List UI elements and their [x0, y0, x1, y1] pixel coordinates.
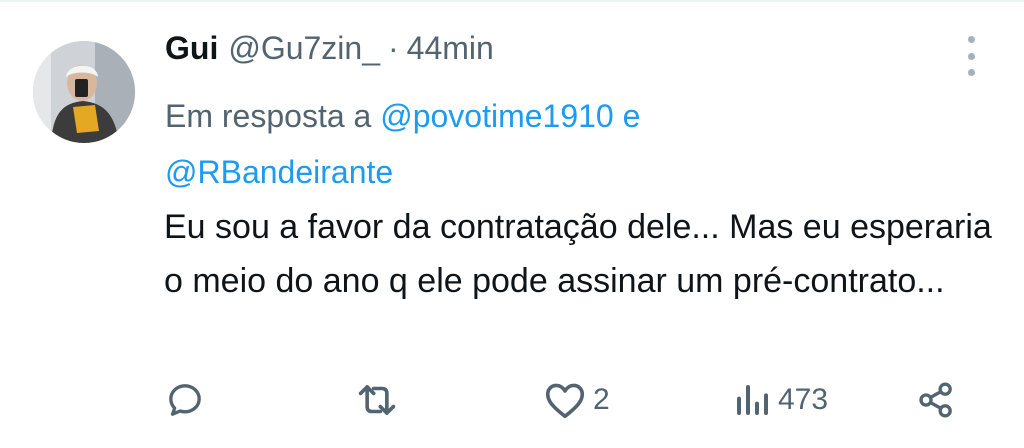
- avatar-image: [33, 41, 135, 143]
- action-bar: 2 473: [0, 370, 1024, 430]
- reply-context: Em resposta a @povotime1910 e @RBandeira…: [165, 88, 985, 200]
- more-options-icon[interactable]: [958, 36, 984, 76]
- author-handle[interactable]: @Gu7zin_: [228, 30, 380, 67]
- timestamp[interactable]: 44min: [407, 30, 494, 67]
- reply-conjunction: e: [622, 98, 641, 134]
- share-icon: [919, 382, 952, 418]
- views-count: 473: [778, 383, 829, 416]
- reply-button[interactable]: [165, 370, 211, 430]
- heart-icon: [545, 383, 585, 419]
- avatar[interactable]: [33, 41, 135, 143]
- more-dot: [967, 52, 975, 60]
- tweet-header: Gui @Gu7zin_ · 44min: [165, 30, 494, 74]
- views-icon: [737, 385, 768, 415]
- top-divider: [0, 0, 1024, 2]
- reply-prefix: Em resposta a: [165, 98, 372, 134]
- more-dot: [967, 69, 975, 76]
- share-button[interactable]: [916, 370, 956, 430]
- separator-dot: ·: [388, 30, 399, 66]
- author-name[interactable]: Gui: [165, 30, 218, 67]
- tweet-text: Eu sou a favor da contratação dele... Ma…: [164, 208, 992, 300]
- more-dot: [967, 36, 975, 43]
- reply-icon: [169, 384, 201, 416]
- like-button[interactable]: 2: [543, 370, 610, 430]
- views-button[interactable]: 473: [732, 370, 828, 430]
- like-count: 2: [593, 383, 610, 416]
- reply-user-link[interactable]: @RBandeirante: [165, 154, 393, 190]
- retweet-button[interactable]: [354, 370, 406, 430]
- retweet-icon: [358, 385, 396, 415]
- reply-user-link[interactable]: @povotime1910: [380, 98, 614, 134]
